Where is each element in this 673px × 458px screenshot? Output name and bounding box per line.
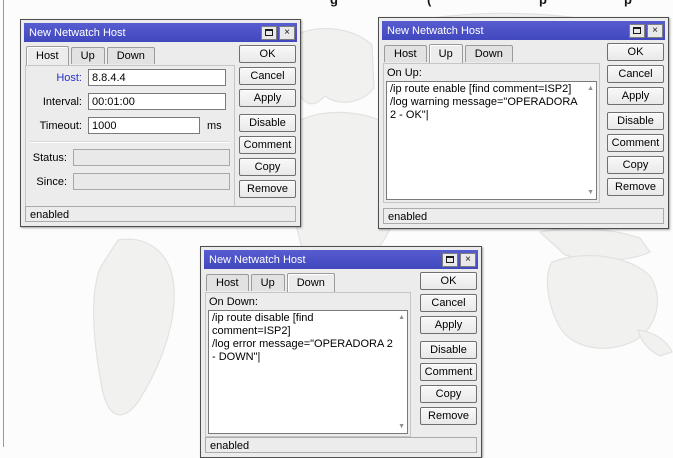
copy-button[interactable]: Copy <box>239 158 296 176</box>
separator <box>30 141 230 143</box>
close-button[interactable]: × <box>460 252 476 267</box>
cancel-button[interactable]: Cancel <box>607 65 664 83</box>
tab-bar: Host Up Down <box>206 273 478 292</box>
comment-button[interactable]: Comment <box>607 134 664 152</box>
titlebar[interactable]: New Netwatch Host × <box>204 250 478 269</box>
maximize-button[interactable] <box>442 252 458 267</box>
remove-button[interactable]: Remove <box>420 407 477 425</box>
scroll-up-icon[interactable]: ▲ <box>587 85 594 92</box>
remove-button[interactable]: Remove <box>239 180 296 198</box>
cancel-button[interactable]: Cancel <box>420 294 477 312</box>
tab-up[interactable]: Up <box>428 44 463 63</box>
host-field[interactable] <box>88 69 226 86</box>
disable-button[interactable]: Disable <box>607 112 664 130</box>
timeout-field[interactable] <box>88 117 200 134</box>
on-up-label: On Up: <box>387 67 422 79</box>
maximize-icon <box>633 27 641 34</box>
host-tab-panel: Host: Interval: Timeout: ms Status: Sinc… <box>25 65 235 207</box>
comment-button[interactable]: Comment <box>420 363 477 381</box>
cancel-button[interactable]: Cancel <box>239 67 296 85</box>
close-button[interactable]: × <box>647 23 663 38</box>
maximize-icon <box>446 256 454 263</box>
tab-down[interactable]: Down <box>286 273 335 292</box>
maximize-button[interactable] <box>261 25 277 40</box>
dialog-title: New Netwatch Host <box>387 24 484 37</box>
titlebar[interactable]: New Netwatch Host × <box>24 23 297 42</box>
copy-button[interactable]: Copy <box>607 156 664 174</box>
tab-host[interactable]: Host <box>206 274 249 291</box>
close-button[interactable]: × <box>279 25 295 40</box>
interval-field[interactable] <box>88 93 226 110</box>
on-down-script-input[interactable]: /ip route disable [find comment=ISP2] /l… <box>209 311 407 433</box>
disable-button[interactable]: Disable <box>420 341 477 359</box>
action-buttons: OK Cancel Apply Disable Comment Copy Rem… <box>420 272 477 429</box>
status-field <box>73 149 230 166</box>
status-label: Status: <box>32 151 67 164</box>
copy-button[interactable]: Copy <box>420 385 477 403</box>
netwatch-up-dialog: New Netwatch Host × Host Up Down On Up: … <box>378 17 669 229</box>
dialog-title: New Netwatch Host <box>29 26 126 39</box>
since-field <box>73 173 230 190</box>
tab-bar: Host Up Down <box>384 44 665 63</box>
disable-button[interactable]: Disable <box>239 114 296 132</box>
scroll-up-icon[interactable]: ▲ <box>398 314 405 321</box>
host-label: Host: <box>56 71 82 84</box>
tab-up[interactable]: Up <box>250 274 285 291</box>
tab-down[interactable]: Down <box>464 45 513 62</box>
dialog-title: New Netwatch Host <box>209 253 306 266</box>
on-up-script-box: /ip route enable [find comment=ISP2] /lo… <box>386 81 597 200</box>
remove-button[interactable]: Remove <box>607 178 664 196</box>
titlebar[interactable]: New Netwatch Host × <box>382 21 665 40</box>
tab-host[interactable]: Host <box>384 45 427 62</box>
on-up-script-input[interactable]: /ip route enable [find comment=ISP2] /lo… <box>387 82 596 199</box>
close-icon: × <box>652 24 658 36</box>
on-down-label: On Down: <box>209 296 258 308</box>
tab-up[interactable]: Up <box>70 47 105 64</box>
scroll-down-icon[interactable]: ▼ <box>398 423 405 430</box>
cropped-text-fragment: p <box>539 0 547 7</box>
timeout-unit-label: ms <box>207 119 222 132</box>
left-frame-edge <box>3 0 4 447</box>
timeout-label: Timeout: <box>39 119 82 132</box>
status-bar: enabled <box>205 437 477 453</box>
interval-label: Interval: <box>42 95 82 108</box>
close-icon: × <box>465 253 471 265</box>
close-icon: × <box>284 26 290 38</box>
maximize-button[interactable] <box>629 23 645 38</box>
netwatch-down-dialog: New Netwatch Host × Host Up Down On Down… <box>200 246 482 458</box>
status-bar: enabled <box>25 206 296 222</box>
tab-host[interactable]: Host <box>26 46 69 65</box>
cropped-text-fragment: ( <box>427 0 431 7</box>
apply-button[interactable]: Apply <box>239 89 296 107</box>
up-tab-panel: On Up: /ip route enable [find comment=IS… <box>383 63 600 203</box>
action-buttons: OK Cancel Apply Disable Comment Copy Rem… <box>607 43 664 200</box>
since-label: Since: <box>36 175 67 188</box>
status-bar: enabled <box>383 208 664 224</box>
tab-bar: Host Up Down <box>26 46 297 65</box>
apply-button[interactable]: Apply <box>420 316 477 334</box>
comment-button[interactable]: Comment <box>239 136 296 154</box>
tab-down[interactable]: Down <box>106 47 155 64</box>
down-tab-panel: On Down: /ip route disable [find comment… <box>205 292 411 437</box>
action-buttons: OK Cancel Apply Disable Comment Copy Rem… <box>239 45 296 202</box>
cropped-text-fragment: p <box>624 0 632 7</box>
scroll-down-icon[interactable]: ▼ <box>587 189 594 196</box>
maximize-icon <box>265 29 273 36</box>
apply-button[interactable]: Apply <box>607 87 664 105</box>
on-down-script-box: /ip route disable [find comment=ISP2] /l… <box>208 310 408 434</box>
cropped-text-fragment: g <box>330 0 338 7</box>
netwatch-host-dialog: New Netwatch Host × Host Up Down Host: I… <box>20 19 301 227</box>
